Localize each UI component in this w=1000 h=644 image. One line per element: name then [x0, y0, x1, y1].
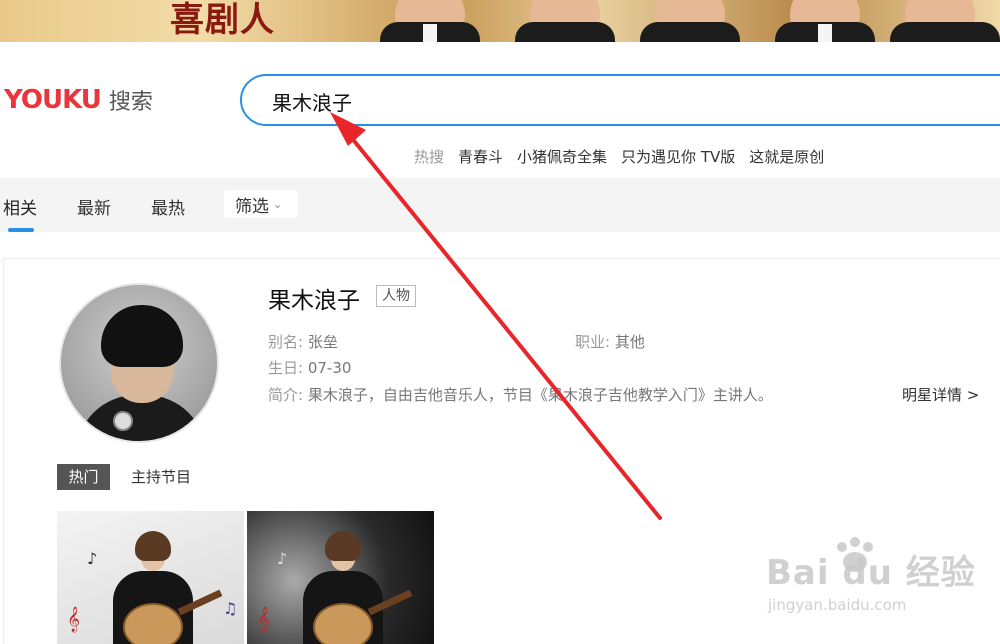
thumb-hair [325, 531, 361, 561]
banner-suit [515, 22, 615, 42]
birthday-value: 07-30 [307, 359, 352, 377]
alias-label: 别名: [268, 333, 304, 351]
search-input[interactable] [272, 86, 972, 116]
hot-search-item[interactable]: 小猪佩奇全集 [517, 146, 607, 167]
tab-hottest[interactable]: 最热 [151, 194, 185, 219]
guitar-icon [123, 603, 183, 644]
video-thumbnail[interactable]: 𝄞 ♪ [247, 511, 434, 644]
intro-value: 果木浪子，自由吉他音乐人，节目《果木浪子吉他教学入门》主讲人。 [307, 386, 773, 404]
hot-search-item[interactable]: 只为遇见你 TV版 [621, 146, 735, 167]
alias-row: 别名: 张垒 [268, 331, 338, 352]
banner-suit [640, 22, 740, 42]
subtab-hosted-shows[interactable]: 主持节目 [131, 464, 191, 490]
music-note-icon: ♪ [87, 549, 98, 568]
alias-value: 张垒 [307, 333, 338, 351]
chevron-down-icon: ⌄ [273, 197, 283, 211]
treble-clef-icon: 𝄞 [257, 607, 271, 632]
top-banner[interactable]: 喜剧人 [0, 0, 1000, 42]
hot-search-label: 热搜 [414, 148, 445, 166]
watermark-url: jingyan.baidu.com [768, 596, 907, 614]
intro-label: 简介: [268, 386, 304, 404]
banner-shirt [423, 24, 437, 42]
person-name[interactable]: 果木浪子 [268, 281, 360, 315]
logo-suffix: 搜索 [108, 90, 153, 115]
thumb-hair [135, 531, 171, 561]
active-tab-indicator [8, 228, 34, 232]
paw-icon [837, 537, 873, 572]
filter-label: 筛选 [235, 196, 269, 217]
intro-row: 简介: 果木浪子，自由吉他音乐人，节目《果木浪子吉他教学入门》主讲人。 [268, 384, 773, 405]
subtab-popular[interactable]: 热门 [57, 464, 110, 490]
job-row: 职业: 其他 [575, 331, 645, 352]
tab-related[interactable]: 相关 [3, 194, 37, 219]
birthday-label: 生日: [268, 359, 304, 377]
microphone-icon [113, 411, 133, 431]
video-thumbnail[interactable]: 𝄞 ♪ ♫ [57, 511, 244, 644]
treble-clef-icon: 𝄞 [67, 607, 81, 632]
tab-latest[interactable]: 最新 [77, 194, 111, 219]
search-box[interactable] [240, 74, 1000, 126]
hot-search-item[interactable]: 青春斗 [458, 146, 503, 167]
guitar-icon [313, 603, 373, 644]
person-avatar[interactable] [59, 283, 219, 443]
music-note-icon: ♫ [223, 599, 238, 618]
filter-dropdown[interactable]: 筛选 ⌄ [224, 190, 298, 218]
job-label: 职业: [575, 333, 611, 351]
banner-brand-text: 喜剧人 [170, 0, 275, 40]
music-note-icon: ♪ [277, 549, 288, 568]
banner-suit [890, 22, 1000, 42]
banner-shirt [818, 24, 832, 42]
youku-logo-text: YOUKU [4, 85, 102, 115]
result-tabs-bar: 相关 最新 最热 筛选 ⌄ [0, 178, 1000, 232]
person-type-tag: 人物 [376, 285, 416, 307]
hot-search-row: 热搜 青春斗 小猪佩奇全集 只为遇见你 TV版 这就是原创 [414, 146, 824, 167]
star-detail-link[interactable]: 明星详情 > [902, 384, 979, 405]
baidu-jingyan-watermark: Bai du 经验 jingyan.baidu.com [766, 537, 976, 614]
hot-search-item[interactable]: 这就是原创 [749, 146, 824, 167]
job-value: 其他 [614, 333, 645, 351]
youku-search-logo[interactable]: YOUKU 搜索 [4, 85, 153, 115]
birthday-row: 生日: 07-30 [268, 357, 351, 378]
